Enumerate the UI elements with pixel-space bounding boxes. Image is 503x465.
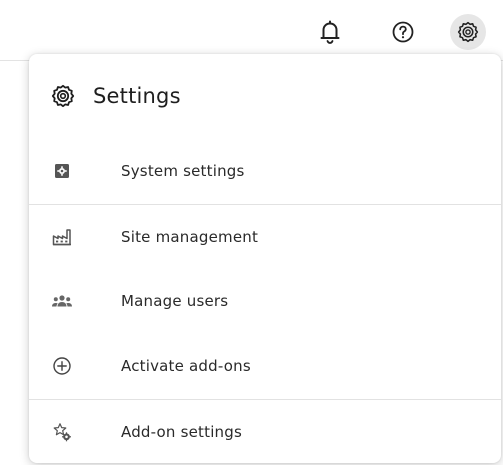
- plus-circle-icon: [51, 355, 73, 377]
- menu-item-manage-users[interactable]: Manage users: [29, 275, 501, 327]
- question-circle-icon: [391, 20, 415, 44]
- help-button[interactable]: [385, 14, 421, 50]
- menu-item-label: Activate add-ons: [121, 357, 251, 375]
- settings-button[interactable]: [450, 14, 486, 50]
- top-bar: [0, 0, 503, 60]
- menu-item-system-settings[interactable]: System settings: [29, 145, 501, 197]
- menu-item-label: Site management: [121, 228, 259, 246]
- menu-divider: [29, 204, 501, 205]
- menu-item-activate-add-ons[interactable]: Activate add-ons: [29, 340, 501, 392]
- settings-menu: Settings System settings Site management…: [29, 54, 501, 463]
- menu-item-label: Add-on settings: [121, 423, 243, 441]
- star-gear-icon: [51, 421, 73, 443]
- bell-icon: [319, 20, 341, 44]
- notifications-button[interactable]: [312, 14, 348, 50]
- users-group-icon: [51, 290, 73, 312]
- settings-menu-header: Settings: [51, 80, 181, 112]
- menu-item-label: System settings: [121, 162, 245, 180]
- gear-icon: [51, 84, 75, 108]
- system-settings-icon: [51, 160, 73, 182]
- menu-divider: [29, 399, 501, 400]
- gear-icon: [457, 21, 479, 43]
- settings-menu-title: Settings: [93, 84, 181, 108]
- menu-item-label: Manage users: [121, 292, 229, 310]
- menu-item-site-management[interactable]: Site management: [29, 211, 501, 263]
- factory-icon: [51, 226, 73, 248]
- menu-item-add-on-settings[interactable]: Add-on settings: [29, 406, 501, 458]
